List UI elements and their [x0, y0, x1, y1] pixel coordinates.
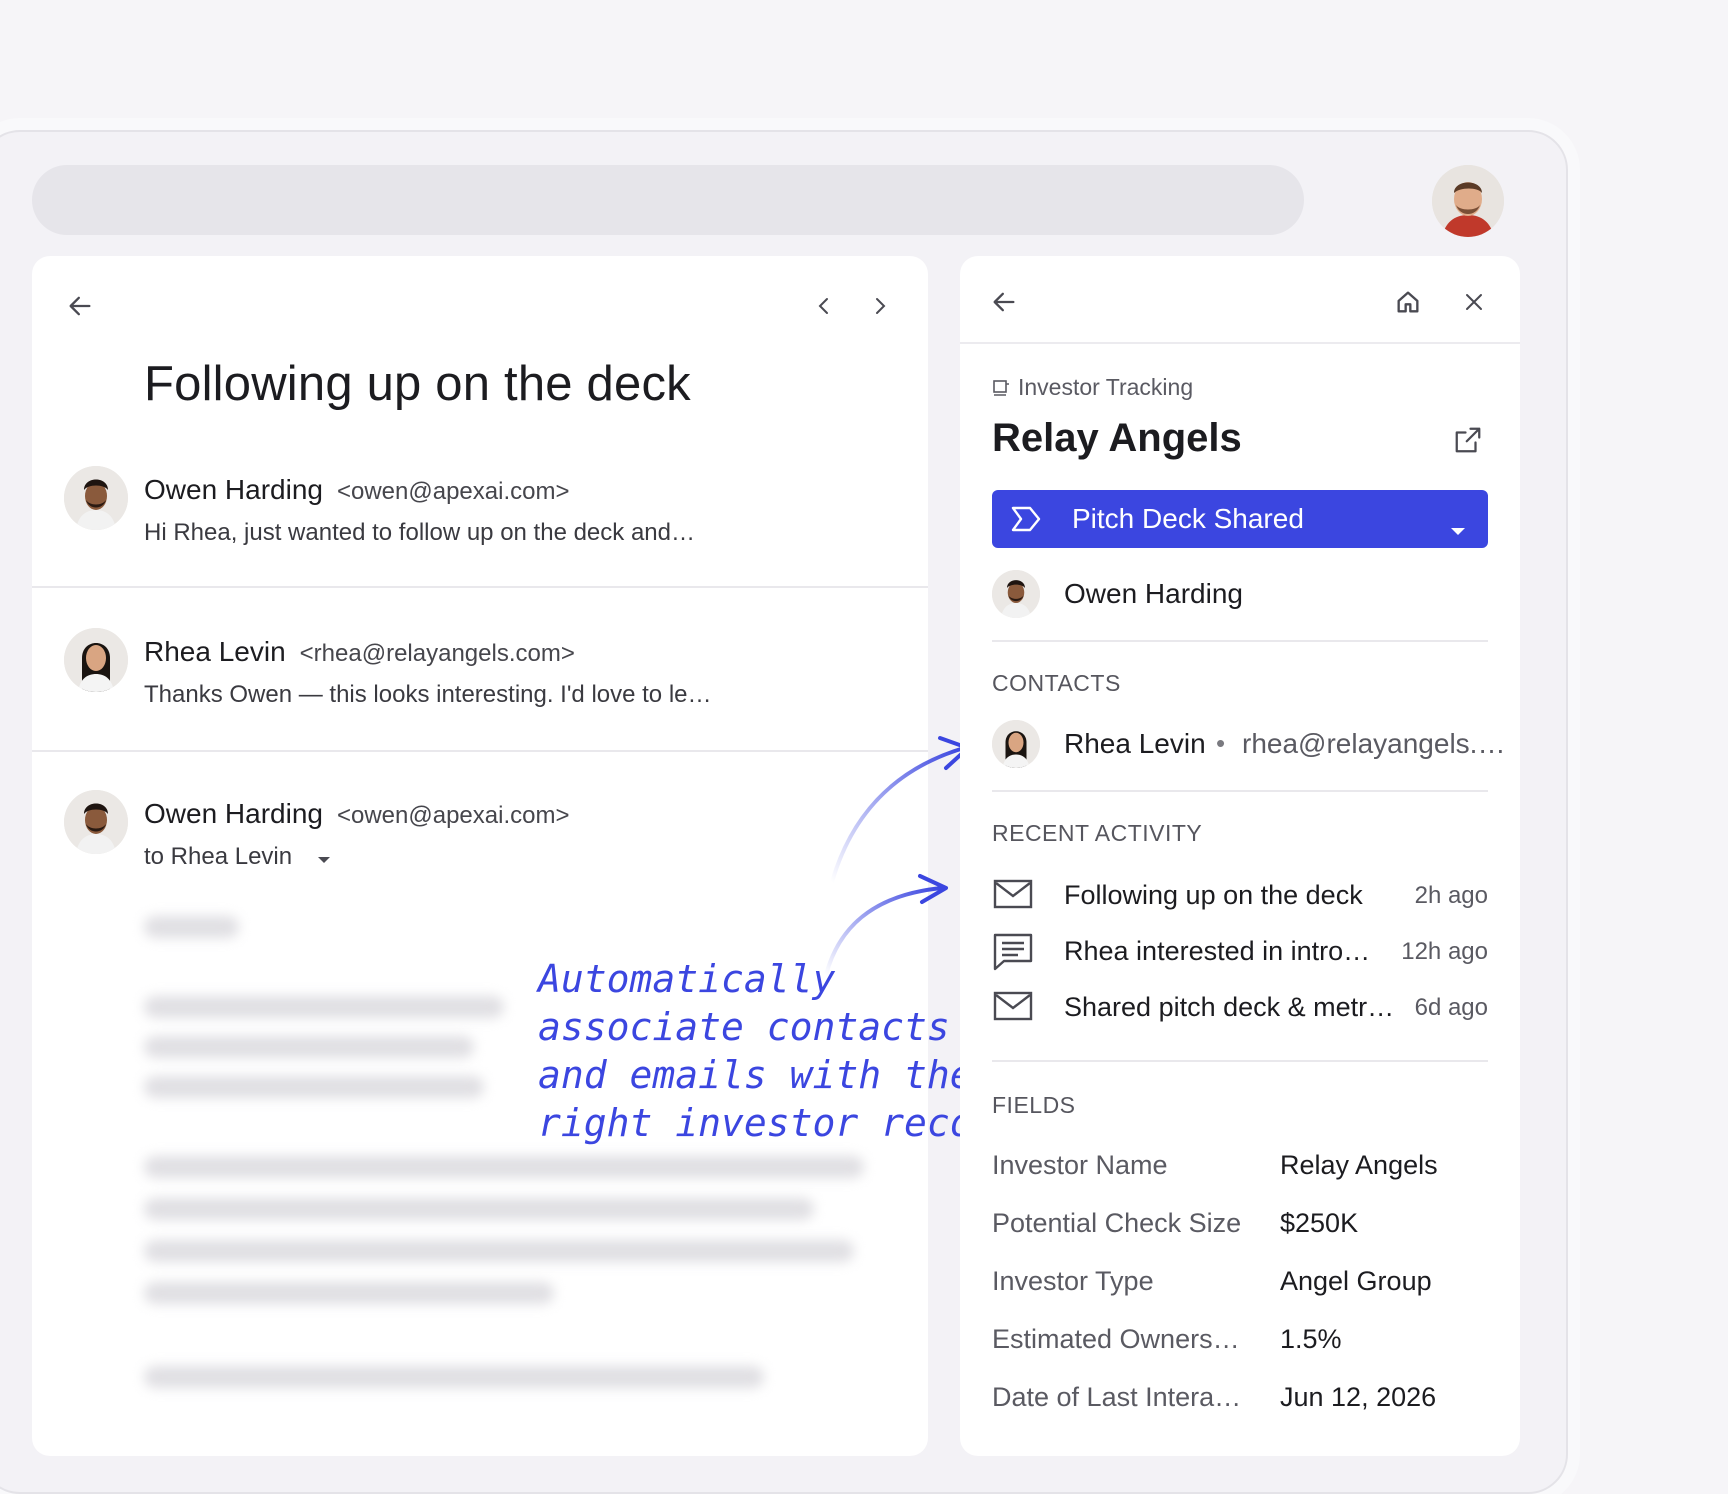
- activity-heading: RECENT ACTIVITY: [992, 820, 1203, 846]
- breadcrumb[interactable]: Investor Tracking: [992, 374, 1193, 403]
- divider: [992, 1060, 1488, 1062]
- field-label: Estimated Owners…: [992, 1324, 1240, 1354]
- separator-dot: •: [1216, 728, 1226, 758]
- fields-heading: FIELDS: [992, 1092, 1076, 1118]
- divider: [992, 640, 1488, 642]
- contacts-heading: CONTACTS: [992, 670, 1121, 696]
- field-label: Date of Last Intera…: [992, 1382, 1242, 1412]
- contact-name: Rhea Levin: [1064, 728, 1206, 759]
- activity-title: Rhea interested in intro…: [1064, 936, 1371, 966]
- back-arrow-icon[interactable]: [986, 284, 1022, 320]
- owner-row[interactable]: Owen Harding: [992, 568, 1488, 620]
- field-label: Investor Name: [992, 1150, 1168, 1180]
- activity-item[interactable]: Shared pitch deck & metr… 6d ago: [992, 986, 1488, 1030]
- field-value[interactable]: Relay Angels: [1280, 1150, 1438, 1181]
- contact-row[interactable]: Rhea Levin • rhea@relayangels.…: [992, 718, 1505, 770]
- contact-email: rhea@relayangels.…: [1242, 728, 1506, 759]
- field-value[interactable]: Jun 12, 2026: [1280, 1382, 1436, 1413]
- caret-down-icon: [1450, 512, 1466, 544]
- field-row[interactable]: Investor Type Angel Group: [992, 1266, 1488, 1306]
- stage-dropdown[interactable]: Pitch Deck Shared: [992, 490, 1488, 548]
- field-value[interactable]: Angel Group: [1280, 1266, 1432, 1297]
- field-value[interactable]: 1.5%: [1280, 1324, 1342, 1355]
- owner-name: Owen Harding: [1064, 578, 1243, 609]
- divider: [960, 342, 1520, 344]
- mail-icon: [992, 988, 1036, 1028]
- divider: [992, 790, 1488, 792]
- investor-sidebar: Investor Tracking Relay Angels Pitch Dec…: [960, 256, 1520, 1456]
- activity-item[interactable]: Rhea interested in intro… 12h ago: [992, 930, 1488, 974]
- avatar: [992, 720, 1040, 768]
- activity-time: 2h ago: [1414, 882, 1488, 909]
- breadcrumb-label: Investor Tracking: [1018, 374, 1194, 400]
- list-icon: [992, 376, 1010, 403]
- activity-time: 6d ago: [1414, 994, 1488, 1021]
- activity-title: Shared pitch deck & metr…: [1064, 992, 1395, 1022]
- stage-icon: [1010, 504, 1042, 541]
- field-label: Investor Type: [992, 1266, 1154, 1296]
- record-title: Relay Angels: [992, 416, 1242, 460]
- home-icon[interactable]: [1390, 284, 1426, 320]
- field-row[interactable]: Potential Check Size $250K: [992, 1208, 1488, 1248]
- activity-time: 12h ago: [1401, 938, 1488, 965]
- avatar: [992, 570, 1040, 618]
- stage-label: Pitch Deck Shared: [1072, 503, 1304, 534]
- field-row[interactable]: Date of Last Intera… Jun 12, 2026: [992, 1382, 1488, 1422]
- field-label: Potential Check Size: [992, 1208, 1242, 1238]
- activity-title: Following up on the deck: [1064, 880, 1363, 910]
- field-row[interactable]: Investor Name Relay Angels: [992, 1150, 1488, 1190]
- mail-icon: [992, 876, 1036, 916]
- note-icon: [992, 932, 1036, 972]
- activity-item[interactable]: Following up on the deck 2h ago: [992, 874, 1488, 918]
- external-link-icon[interactable]: [1450, 422, 1486, 458]
- field-value[interactable]: $250K: [1280, 1208, 1358, 1239]
- close-icon[interactable]: [1456, 284, 1492, 320]
- field-row[interactable]: Estimated Owners… 1.5%: [992, 1324, 1488, 1364]
